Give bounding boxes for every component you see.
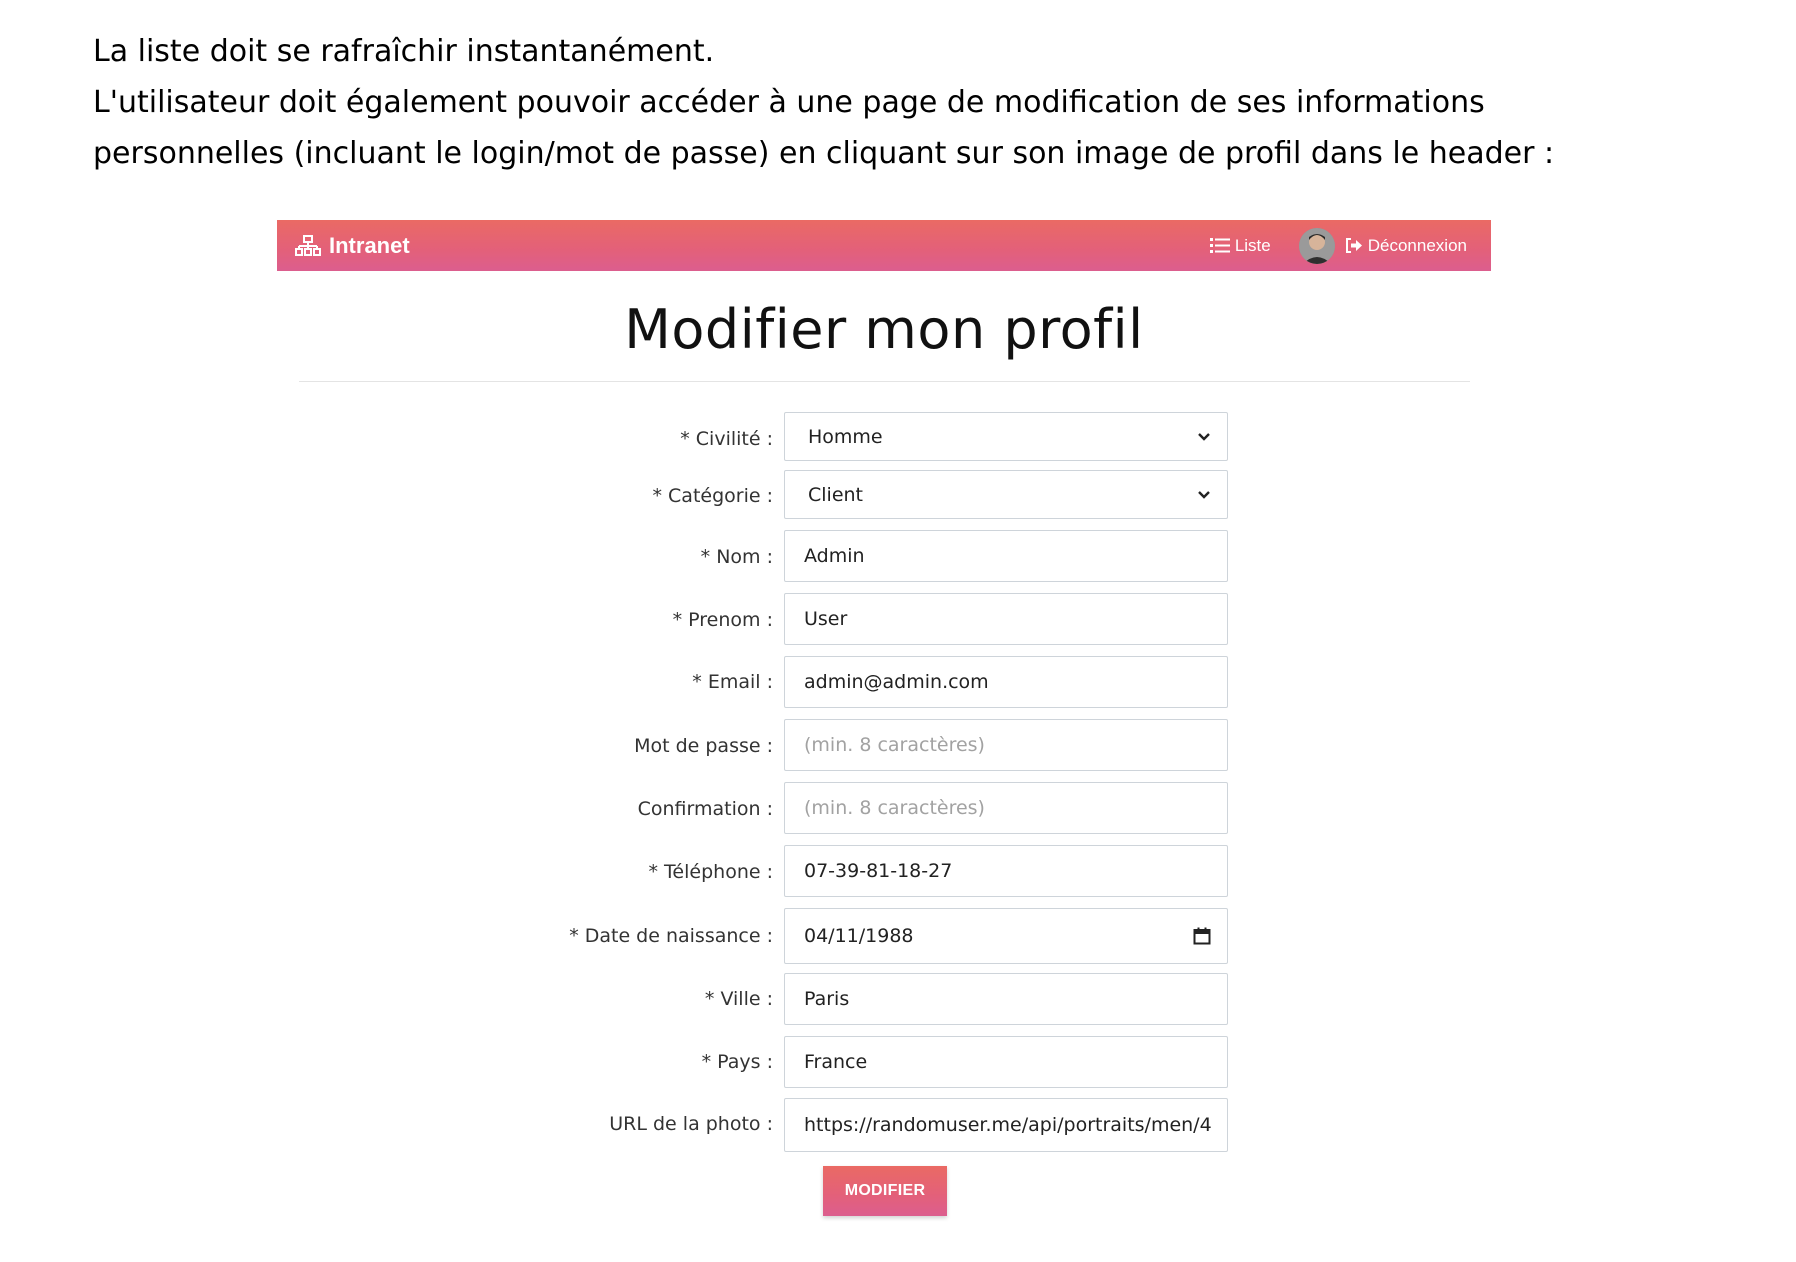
photo-label: URL de la photo : — [609, 1113, 773, 1135]
password-placeholder: (min. 8 caractères) — [804, 734, 985, 756]
confirmation-label: Confirmation : — [637, 798, 773, 820]
logout-link[interactable]: Déconnexion — [1345, 236, 1467, 256]
civilite-select[interactable]: Homme — [784, 412, 1228, 461]
navbar-right: Liste Déconnexion — [1209, 220, 1467, 271]
pays-label: * Pays : — [701, 1051, 773, 1073]
list-link[interactable]: Liste — [1209, 235, 1271, 256]
pays-value: France — [804, 1051, 868, 1073]
telephone-value: 07-39-81-18-27 — [804, 860, 953, 882]
email-label: * Email : — [692, 671, 773, 693]
ville-label: * Ville : — [704, 988, 773, 1010]
prenom-value: User — [804, 608, 848, 630]
nom-label: * Nom : — [700, 546, 773, 568]
navbar: Intranet Liste Déconnexion — [277, 220, 1491, 271]
modifier-button[interactable]: MODIFIER — [823, 1166, 947, 1216]
ville-input[interactable]: Paris — [784, 973, 1228, 1025]
password-label: Mot de passe : — [634, 735, 773, 757]
brand-link[interactable]: Intranet — [295, 220, 410, 271]
photo-url-input[interactable]: https://randomuser.me/api/portraits/men/… — [784, 1098, 1228, 1152]
avatar[interactable] — [1298, 227, 1335, 264]
categorie-label: * Catégorie : — [652, 485, 774, 507]
paragraph-profile-line-2: personnelles (incluant le login/mot de p… — [93, 136, 1555, 171]
categorie-select[interactable]: Client — [784, 470, 1228, 519]
prenom-label: * Prenom : — [672, 609, 773, 631]
email-value: admin@admin.com — [804, 671, 989, 693]
nom-input[interactable]: Admin — [784, 530, 1228, 582]
categorie-value: Client — [808, 483, 864, 506]
password-input[interactable]: (min. 8 caractères) — [784, 719, 1228, 771]
list-icon — [1209, 238, 1230, 253]
logout-link-label: Déconnexion — [1367, 235, 1467, 255]
list-link-label: Liste — [1234, 235, 1271, 255]
paragraph-refresh: La liste doit se rafraîchir instantanéme… — [93, 34, 715, 69]
app-screenshot: Intranet Liste Déconnexion Modifier mon … — [277, 220, 1491, 1220]
nom-value: Admin — [804, 545, 865, 567]
civilite-label: * Civilité : — [680, 428, 773, 450]
chevron-down-icon — [1198, 432, 1210, 441]
paragraph-profile-line-1: L'utilisateur doit également pouvoir acc… — [93, 85, 1485, 120]
sitemap-icon — [295, 234, 321, 256]
page-title: Modifier mon profil — [624, 298, 1144, 361]
document-text: La liste doit se rafraîchir instantanéme… — [93, 26, 1753, 179]
naissance-label: * Date de naissance : — [569, 925, 773, 947]
prenom-input[interactable]: User — [784, 593, 1228, 645]
naissance-date-input[interactable]: 04/11/1988 — [784, 908, 1228, 964]
sign-out-icon — [1345, 238, 1362, 253]
confirmation-input[interactable]: (min. 8 caractères) — [784, 782, 1228, 834]
calendar-icon[interactable] — [1193, 927, 1211, 945]
telephone-input[interactable]: 07-39-81-18-27 — [784, 845, 1228, 897]
naissance-value: 04/11/1988 — [804, 925, 914, 947]
photo-value: https://randomuser.me/api/portraits/men/… — [804, 1114, 1211, 1136]
title-divider — [299, 381, 1470, 382]
confirmation-placeholder: (min. 8 caractères) — [804, 797, 985, 819]
brand-label: Intranet — [329, 232, 410, 258]
ville-value: Paris — [804, 988, 850, 1010]
telephone-label: * Téléphone : — [648, 861, 773, 883]
email-input[interactable]: admin@admin.com — [784, 656, 1228, 708]
civilite-value: Homme — [808, 425, 883, 448]
pays-input[interactable]: France — [784, 1036, 1228, 1088]
avatar-image — [1298, 227, 1335, 264]
chevron-down-icon — [1198, 490, 1210, 499]
